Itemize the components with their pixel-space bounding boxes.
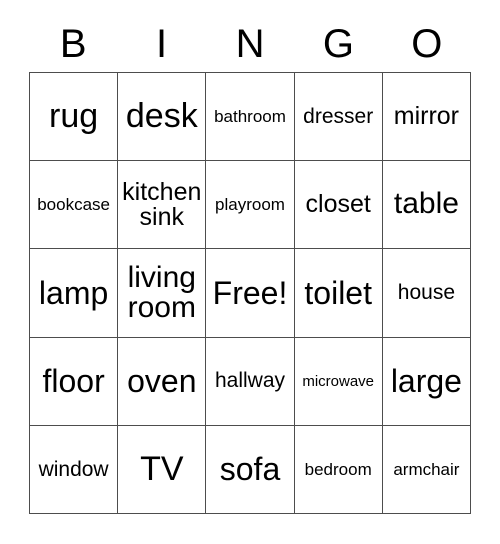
bingo-cell-label: house	[397, 281, 455, 305]
bingo-cell-label: window	[38, 457, 109, 481]
bingo-cell[interactable]: floor	[30, 337, 119, 426]
bingo-cell-label: mirror	[393, 101, 460, 130]
bingo-header-row: B I N G O	[29, 0, 471, 72]
bingo-cell-label: kitchen sink	[122, 177, 202, 231]
bingo-cell-label: sofa	[219, 451, 281, 488]
bingo-header-letter-o: O	[383, 0, 471, 72]
bingo-cell-label: living room	[127, 260, 196, 324]
header-letter-text: O	[411, 22, 443, 66]
bingo-cell[interactable]: bookcase	[30, 161, 119, 250]
bingo-cell[interactable]: living room	[118, 249, 207, 338]
bingo-cell[interactable]: large	[382, 337, 471, 426]
bingo-cell-label: TV	[140, 450, 184, 489]
bingo-cell[interactable]: lamp	[30, 249, 119, 338]
header-letter-text: N	[235, 22, 265, 66]
bingo-cell-label: playroom	[215, 195, 285, 215]
bingo-cell[interactable]: mirror	[382, 73, 471, 162]
bingo-header-letter-i: I	[117, 0, 205, 72]
bingo-cell[interactable]: TV	[118, 425, 207, 514]
bingo-cell[interactable]: closet	[294, 161, 383, 250]
bingo-cell-label: floor	[42, 362, 105, 399]
bingo-grid: rug desk bathroom dresser mirror bookcas…	[29, 72, 471, 514]
bingo-cell[interactable]: house	[382, 249, 471, 338]
bingo-cell[interactable]: bathroom	[206, 73, 295, 162]
bingo-cell-label: toilet	[304, 274, 372, 311]
bingo-cell[interactable]: microwave	[294, 337, 383, 426]
bingo-header-letter-n: N	[206, 0, 294, 72]
bingo-cell[interactable]: sofa	[206, 425, 295, 514]
bingo-cell-label: Free!	[212, 274, 288, 311]
bingo-cell-label: dresser	[303, 104, 374, 128]
bingo-cell[interactable]: rug	[30, 73, 119, 162]
bingo-cell-label: desk	[125, 97, 198, 136]
bingo-cell-label: closet	[305, 190, 371, 219]
bingo-header-letter-g: G	[294, 0, 382, 72]
bingo-cell-label: microwave	[302, 372, 375, 390]
bingo-header-letter-b: B	[29, 0, 117, 72]
bingo-cell-label: oven	[127, 362, 197, 399]
bingo-cell[interactable]: desk	[118, 73, 207, 162]
bingo-cell[interactable]: table	[382, 161, 471, 250]
bingo-cell[interactable]: bedroom	[294, 425, 383, 514]
bingo-cell[interactable]: oven	[118, 337, 207, 426]
bingo-cell-label: large	[390, 362, 462, 399]
bingo-cell[interactable]: dresser	[294, 73, 383, 162]
header-letter-text: B	[59, 22, 87, 66]
bingo-cell-label: rug	[49, 97, 99, 136]
bingo-card: B I N G O rug desk bathroom dresser mirr…	[29, 0, 471, 514]
bingo-cell[interactable]: window	[30, 425, 119, 514]
header-letter-text: G	[322, 22, 354, 66]
header-letter-text: I	[156, 22, 168, 66]
bingo-cell[interactable]: armchair	[382, 425, 471, 514]
bingo-cell-label: bedroom	[304, 459, 372, 479]
bingo-cell-label: bathroom	[214, 106, 286, 126]
bingo-cell[interactable]: hallway	[206, 337, 295, 426]
bingo-cell[interactable]: kitchen sink	[118, 161, 207, 250]
bingo-cell-label: lamp	[38, 274, 109, 311]
bingo-cell-label: table	[393, 187, 459, 221]
bingo-cell[interactable]: toilet	[294, 249, 383, 338]
bingo-cell-label: bookcase	[37, 195, 110, 215]
bingo-cell[interactable]: playroom	[206, 161, 295, 250]
bingo-cell-label: armchair	[393, 459, 460, 479]
bingo-cell-free[interactable]: Free!	[206, 249, 295, 338]
bingo-cell-label: hallway	[214, 369, 286, 393]
